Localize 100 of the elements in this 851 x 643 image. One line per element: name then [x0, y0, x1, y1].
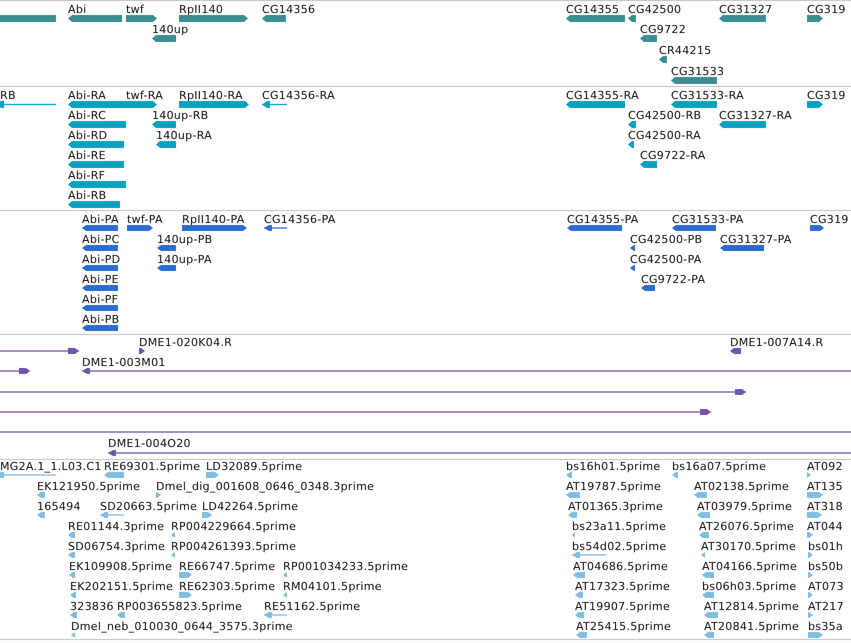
feature-label: RE66747.5prime — [179, 560, 276, 572]
feature-label: AT135 — [807, 480, 843, 492]
feature-label: bs54d02.5prime — [572, 540, 666, 552]
feature-label: LD42264.5prime — [202, 500, 298, 512]
feature-label: bs50b — [808, 560, 844, 572]
feature-label: AT19787.5prime — [566, 480, 662, 492]
feature-label: 140up-RB — [152, 108, 209, 122]
feature-label: AT318 — [807, 500, 843, 512]
feature-label: RP003655823.5prime — [117, 600, 242, 612]
feature-label: CG14355 — [566, 2, 620, 16]
feature-label: CG14355-PA — [567, 212, 639, 226]
feature-label: bs06h03.5prime — [702, 580, 796, 592]
feature-label: Dmel_neb_010030_0644_3575.3prime — [71, 620, 293, 632]
feature-label: CG14356-PA — [264, 212, 336, 226]
feature-label: SD20663.5prime — [100, 500, 198, 512]
feature-label: DME1-003M01 — [82, 356, 166, 369]
feature-label: AT04686.5prime — [573, 560, 668, 572]
feature-label: CG319 — [807, 88, 846, 102]
feature-label: RB — [0, 88, 16, 102]
feature-label: 140up-RA — [156, 128, 212, 142]
feature-label: AT044 — [807, 520, 843, 532]
feature-label: twf — [126, 2, 144, 16]
feature-label: bs23a11.5prime — [572, 520, 666, 532]
feature-label: CG31327-PA — [720, 232, 792, 246]
feature-label: RpII140-PA — [182, 212, 245, 226]
feature-label: CG42500 — [628, 2, 682, 16]
feature-label: Abi — [68, 2, 86, 16]
feature-label: RP004261393.5prime — [171, 540, 296, 552]
feature-label: CG14355-RA — [566, 88, 639, 102]
feature-label: 140up — [152, 23, 188, 36]
feature-label: RE69301.5prime — [104, 460, 200, 472]
feature-label: Abi-PA — [82, 212, 119, 226]
feature-label: CG319 — [810, 212, 849, 226]
feature-label: AT03979.5prime — [697, 500, 792, 512]
feature-label: CG9722-RA — [640, 148, 706, 162]
feature-label: Abi-PC — [82, 232, 120, 246]
feature-label: CR44215 — [659, 44, 712, 57]
feature-label: CG31327 — [719, 2, 772, 16]
feature-label: CG31533-RA — [671, 88, 744, 102]
feature-label: AT25415.5prime — [576, 620, 672, 632]
feature-label: Abi-PB — [82, 312, 120, 326]
feature-label: RE01144.3prime — [68, 520, 164, 532]
feature-label: RE62303.5prime — [179, 580, 276, 592]
feature-label: DME1-007A14.R — [730, 336, 824, 348]
feature-label: RP001034233.5prime — [283, 560, 408, 572]
feature-label: bs35a — [808, 620, 843, 632]
feature-label: RE51162.5prime — [264, 600, 360, 612]
feature-label: EK121950.5prime — [37, 480, 140, 492]
feature-label: twf-RA — [126, 88, 164, 102]
feature-label: CG31327-RA — [719, 108, 792, 122]
feature-label: AT04166.5prime — [702, 560, 798, 572]
feature-label: CG14356-RA — [262, 88, 335, 102]
feature-label: bs16h01.5prime — [566, 460, 660, 472]
feature-label: AT217 — [808, 600, 844, 612]
feature-label: DME1-020K04.R — [139, 336, 232, 348]
feature-label: RpII140-RA — [179, 88, 243, 102]
feature-label: DME1-004O20 — [108, 437, 191, 450]
feature-label: bs16a07.5prime — [672, 460, 766, 472]
feature-label: Abi-PD — [82, 252, 120, 266]
feature-label: Abi-RC — [68, 108, 106, 122]
feature-label: CG31533-PA — [672, 212, 744, 226]
feature-label: twf-PA — [127, 212, 163, 226]
feature-label: RpII140 — [179, 2, 224, 16]
feature-label: AT02138.5prime — [694, 480, 790, 492]
feature-label: 165494 — [37, 500, 81, 512]
feature-label: AT01365.3prime — [568, 500, 664, 512]
feature-label: MG2A.1_1.L03.C1 — [0, 460, 102, 472]
feature-label: CG42500-PA — [630, 252, 702, 266]
feature-label: SD06754.3prime — [68, 540, 166, 552]
feature-label: 323836 — [70, 600, 114, 612]
feature-label: EK109908.5prime — [69, 560, 172, 572]
feature-label: CG319 — [807, 2, 846, 16]
feature-label: Abi-RE — [68, 148, 106, 162]
feature-label: AT20841.5prime — [704, 620, 800, 632]
feature-label: Abi-PE — [82, 272, 119, 286]
feature-label: AT19907.5prime — [575, 600, 670, 612]
feature-label: RM04101.5prime — [283, 580, 382, 592]
feature-label: CG42500-RB — [628, 108, 702, 122]
feature-label: Dmel_dig_001608_0646_0348.3prime — [156, 480, 374, 492]
feature-label: AT12814.5prime — [704, 600, 800, 612]
feature-label: Abi-RF — [68, 168, 106, 182]
feature-label: CG14356 — [262, 2, 316, 16]
feature-label: CG42500-RA — [628, 128, 701, 142]
feature-label: 140up-PB — [157, 232, 212, 246]
feature-label: EK202151.5prime — [70, 580, 174, 592]
feature-label: bs01h — [808, 540, 844, 552]
feature-label: AT26076.5prime — [699, 520, 794, 532]
feature-label: CG31533 — [671, 64, 724, 78]
feature-label: Abi-RA — [68, 88, 106, 102]
feature-label: RP004229664.5prime — [171, 520, 296, 532]
feature-label: 140up-PA — [157, 252, 212, 266]
feature-label: CG9722 — [640, 23, 686, 36]
feature-label: AT30170.5prime — [701, 540, 796, 552]
feature-label: LD32089.5prime — [206, 460, 302, 472]
feature-label: Abi-PF — [82, 292, 118, 306]
feature-label: Abi-RB — [68, 188, 107, 202]
feature-label: AT073 — [808, 580, 844, 592]
feature-label: AT17323.5prime — [575, 580, 670, 592]
feature-label: Abi-RD — [68, 128, 108, 142]
feature-label: CG9722-PA — [641, 272, 706, 286]
